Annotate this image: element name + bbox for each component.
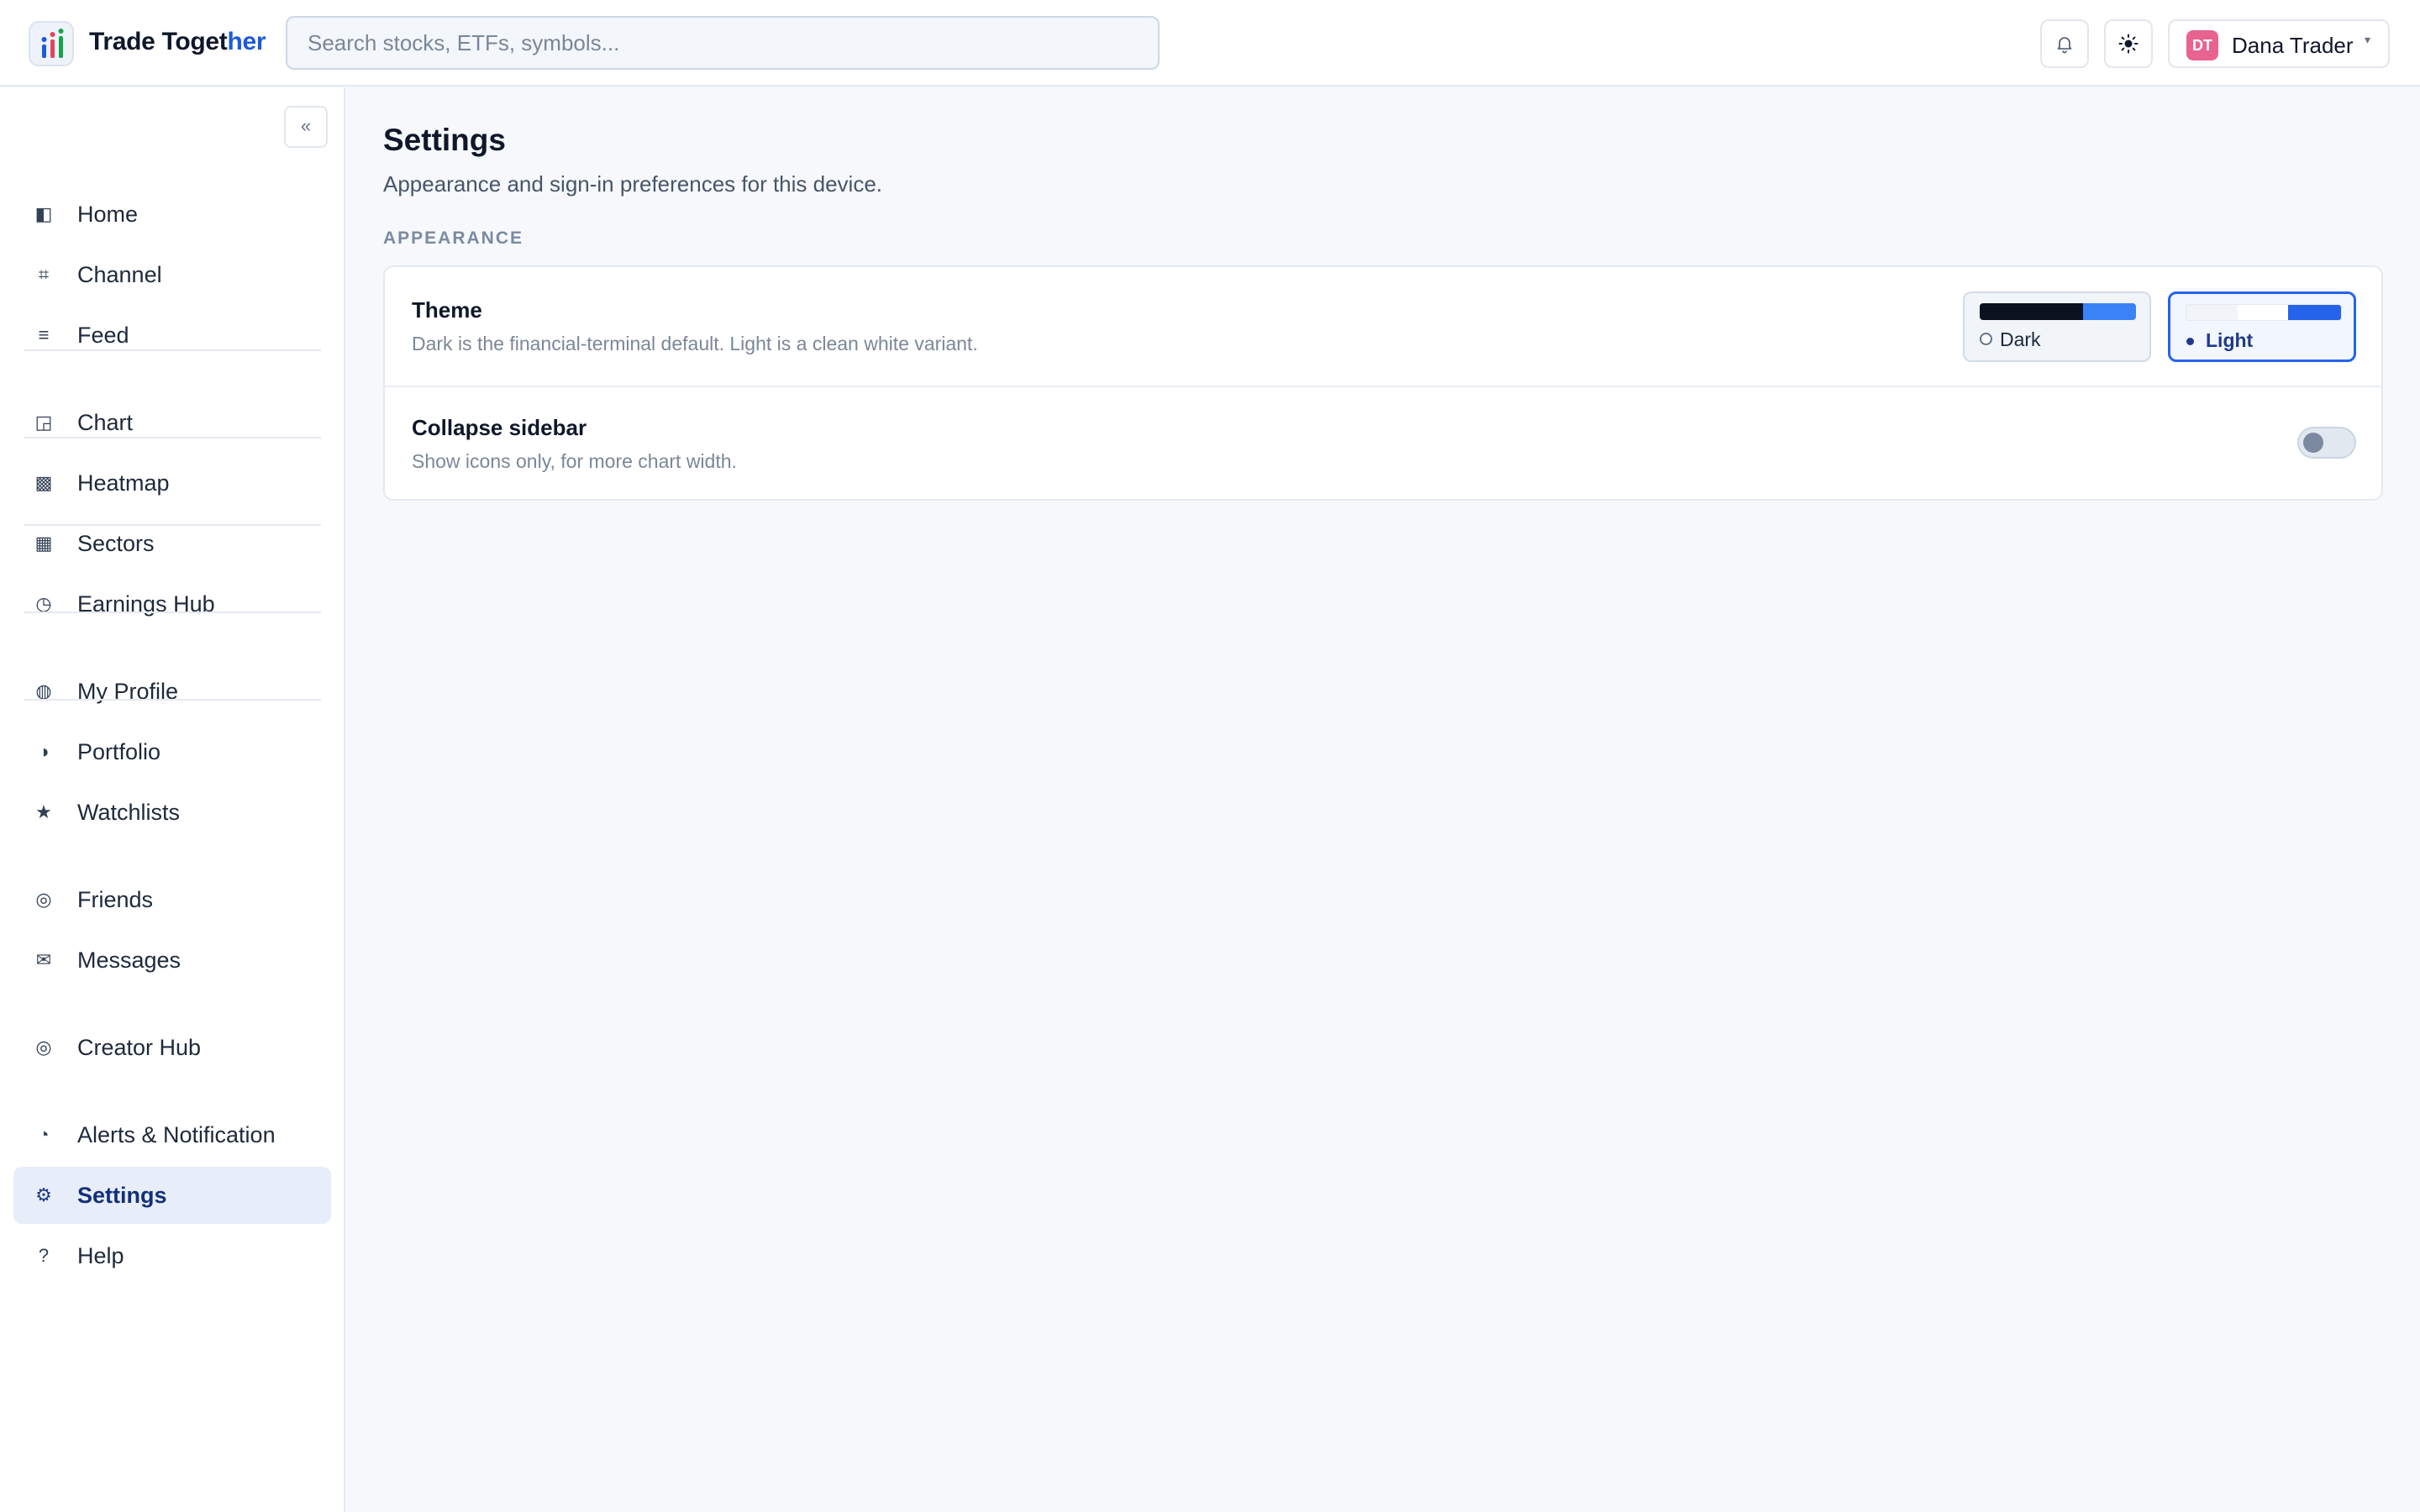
sidebar-item-label: Messages	[77, 948, 182, 973]
sidebar-item-settings[interactable]: ⚙ Settings	[13, 1167, 331, 1224]
sidebar-item-messages[interactable]: ✉ Messages	[13, 932, 331, 989]
heatmap-icon: ▩	[34, 472, 53, 493]
theme-toggle-button[interactable]	[2104, 19, 2153, 68]
sidebar-item-label: Help	[77, 1243, 124, 1268]
sidebar-divider	[24, 524, 321, 526]
top-bar: Trade Together DT Dana Trader ▾	[0, 0, 2420, 87]
sidebar-item-label: My Profile	[77, 679, 179, 704]
sidebar-item-label: Earnings Hub	[77, 591, 215, 617]
sidebar-item-label: Home	[77, 202, 139, 227]
page-subtitle: Appearance and sign-in preferences for t…	[383, 171, 883, 197]
sidebar-item-label: Feed	[77, 323, 129, 348]
theme-title: Theme	[412, 297, 482, 323]
sidebar-item-earnings-hub[interactable]: ◷ Earnings Hub	[13, 575, 331, 633]
collapse-sidebar-title: Collapse sidebar	[412, 415, 587, 440]
sidebar-item-portfolio[interactable]: ◑ Portfolio	[13, 723, 331, 780]
light-theme-swatch	[2186, 304, 2342, 321]
sidebar-item-heatmap[interactable]: ▩ Heatmap	[13, 454, 331, 512]
sidebar-item-alerts-notification[interactable]: ◔ Alerts & Notification	[13, 1106, 331, 1163]
help-icon: ?	[38, 1245, 50, 1266]
sidebar-item-chart[interactable]: ◲ Chart	[13, 394, 331, 451]
collapse-sidebar-toggle[interactable]	[2297, 427, 2356, 459]
sidebar-divider	[24, 437, 321, 438]
sidebar-item-label: Heatmap	[77, 470, 170, 496]
sidebar-item-label: Alerts & Notification	[77, 1122, 276, 1147]
channel-icon: ⌗	[38, 264, 50, 285]
sun-icon	[2118, 34, 2139, 54]
sidebar-item-friends[interactable]: ◎ Friends	[13, 871, 331, 928]
sidebar-item-channel[interactable]: ⌗ Channel	[13, 246, 331, 303]
theme-option-light[interactable]: Light	[2168, 291, 2356, 362]
alerts-icon: ◔	[38, 1124, 50, 1145]
sectors-icon: ▦	[34, 533, 53, 554]
feed-icon: ≡	[38, 324, 50, 345]
user-menu-button[interactable]: DT Dana Trader ▾	[2168, 19, 2390, 68]
brand-name-accent: her	[227, 28, 266, 55]
theme-option-dark-label: Dark	[2000, 328, 2041, 350]
logo-icon[interactable]	[29, 21, 74, 66]
brand-name[interactable]: Trade Together	[89, 28, 266, 56]
page-title: Settings	[383, 123, 506, 157]
mail-icon: ✉	[35, 949, 52, 970]
search-input[interactable]	[286, 16, 1160, 70]
sidebar-item-label: Creator Hub	[77, 1035, 202, 1060]
sidebar-item-my-profile[interactable]: ◍ My Profile	[13, 663, 331, 720]
star-icon: ★	[35, 801, 52, 822]
notifications-button[interactable]	[2040, 19, 2089, 68]
chevron-down-icon: ▾	[2365, 33, 2371, 46]
sidebar: « ◧ Home ⌗ Channel ≡ Feed ◲ Chart ▩ Heatmap ▦ Secto…	[0, 87, 345, 1512]
sidebar-item-home[interactable]: ◧ Home	[13, 186, 331, 243]
theme-option-light-label: Light	[2206, 329, 2254, 351]
theme-description: Dark is the financial-terminal default. …	[412, 333, 978, 354]
bell-icon	[2057, 37, 2072, 54]
portfolio-icon: ◑	[38, 741, 50, 762]
sidebar-item-label: Chart	[77, 410, 134, 435]
radio-light[interactable]	[2186, 338, 2194, 345]
friends-icon: ◎	[35, 889, 52, 910]
chart-icon: ◲	[34, 412, 53, 433]
sidebar-item-label: Sectors	[77, 531, 155, 556]
sidebar-item-watchlists[interactable]: ★ Watchlists	[13, 784, 331, 841]
collapse-sidebar-button[interactable]: «	[284, 106, 328, 148]
sidebar-item-label: Portfolio	[77, 739, 161, 764]
sidebar-divider	[24, 349, 321, 351]
brand-name-primary: Trade Toget	[89, 28, 228, 55]
sidebar-item-label: Channel	[77, 262, 162, 287]
avatar: DT	[2186, 30, 2218, 60]
user-name: Dana Trader	[2232, 33, 2354, 58]
creator-icon: ◎	[35, 1037, 52, 1058]
sidebar-item-feed[interactable]: ≡ Feed	[13, 307, 331, 364]
collapse-sidebar-description: Show icons only, for more chart width.	[412, 450, 737, 472]
sidebar-item-label: Settings	[77, 1183, 167, 1208]
dark-theme-swatch	[1980, 303, 2136, 320]
gear-icon: ⚙	[35, 1184, 52, 1205]
row-divider	[385, 386, 2381, 387]
sidebar-item-help[interactable]: ? Help	[13, 1227, 331, 1284]
home-icon: ◧	[34, 203, 53, 224]
sidebar-item-label: Watchlists	[77, 800, 181, 825]
theme-option-dark[interactable]: Dark	[1963, 291, 2151, 362]
toggle-knob	[2303, 433, 2323, 453]
sidebar-divider	[24, 699, 321, 701]
radio-dark[interactable]	[1980, 333, 1992, 345]
sidebar-item-creator-hub[interactable]: ◎ Creator Hub	[13, 1019, 331, 1076]
sidebar-item-label: Friends	[77, 887, 154, 912]
appearance-card: Theme Dark is the financial-terminal def…	[383, 265, 2383, 501]
sidebar-divider	[24, 612, 321, 613]
section-label-appearance: APPEARANCE	[383, 228, 524, 248]
